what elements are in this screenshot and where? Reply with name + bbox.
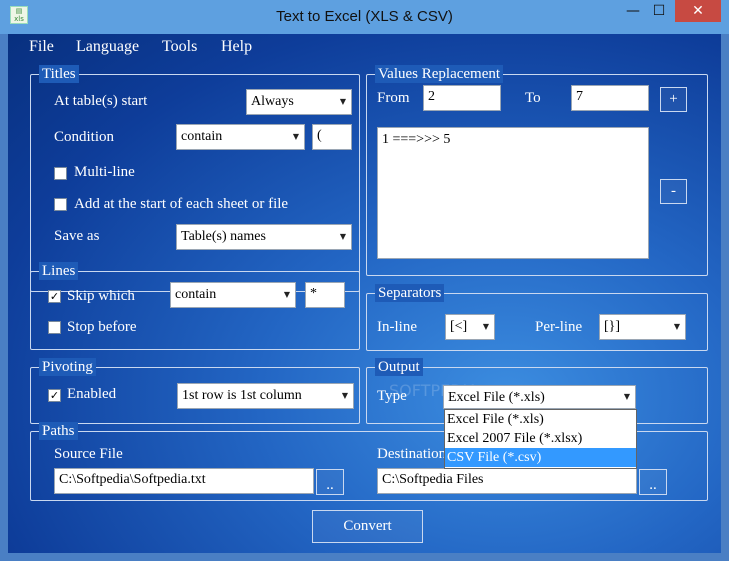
paths-legend: Paths bbox=[39, 422, 78, 440]
source-file-label: Source File bbox=[54, 446, 123, 462]
perline-separator-value: [}] bbox=[604, 319, 621, 334]
pivoting-group: Pivoting ✓ Enabled 1st row is 1st column… bbox=[30, 358, 360, 424]
skip-checkbox[interactable]: ✓ bbox=[48, 290, 61, 303]
to-label: To bbox=[525, 90, 541, 106]
maximize-button[interactable]: ☐ bbox=[646, 0, 672, 22]
separators-legend: Separators bbox=[375, 284, 445, 302]
at-start-label: At table(s) start bbox=[54, 93, 148, 109]
output-type-select[interactable]: Excel File (*.xls) ▼ bbox=[443, 385, 636, 409]
output-type-label: Type bbox=[377, 388, 407, 404]
chevron-down-icon: ▼ bbox=[478, 315, 494, 339]
from-label: From bbox=[377, 90, 410, 106]
pivot-mode-value: 1st row is 1st column bbox=[182, 388, 302, 403]
multiline-checkbox[interactable] bbox=[54, 167, 67, 180]
titles-group: Titles At table(s) start Always ▼ Condit… bbox=[30, 65, 360, 292]
title-bar: ▤ xls Text to Excel (XLS & CSV) — ☐ ✕ bbox=[0, 0, 729, 34]
output-option-xls[interactable]: Excel File (*.xls) bbox=[445, 410, 636, 429]
pivoting-legend: Pivoting bbox=[39, 358, 96, 376]
chevron-down-icon: ▼ bbox=[288, 125, 304, 149]
output-type-value: Excel File (*.xls) bbox=[448, 390, 545, 405]
destination-label: Destination bbox=[377, 446, 447, 462]
replacement-list[interactable]: 1 ===>>> 5 bbox=[377, 127, 649, 259]
chevron-down-icon: ▼ bbox=[619, 386, 635, 408]
inline-separator-select[interactable]: [<] ▼ bbox=[445, 314, 495, 340]
app-window: ▤ xls Text to Excel (XLS & CSV) — ☐ ✕ Fil… bbox=[0, 0, 729, 561]
lines-legend: Lines bbox=[39, 262, 79, 280]
at-start-select[interactable]: Always ▼ bbox=[246, 89, 352, 115]
lines-group: Lines ✓ Skip which contain ▼ * Stop befo… bbox=[30, 262, 360, 350]
add-replacement-button[interactable]: + bbox=[660, 87, 687, 112]
replacement-list-item[interactable]: 1 ===>>> 5 bbox=[382, 132, 644, 148]
save-as-value: Table(s) names bbox=[181, 229, 266, 244]
output-option-xlsx[interactable]: Excel 2007 File (*.xlsx) bbox=[445, 429, 636, 448]
source-file-input[interactable]: C:\Softpedia\Softpedia.txt bbox=[54, 468, 314, 494]
multiline-label: Multi-line bbox=[74, 164, 135, 180]
condition-select[interactable]: contain ▼ bbox=[176, 124, 305, 150]
remove-replacement-button[interactable]: - bbox=[660, 179, 687, 204]
close-button[interactable]: ✕ bbox=[675, 0, 721, 22]
pivot-mode-select[interactable]: 1st row is 1st column ▼ bbox=[177, 383, 354, 409]
chevron-down-icon: ▼ bbox=[335, 225, 351, 249]
minimize-button[interactable]: — bbox=[620, 0, 646, 22]
titles-legend: Titles bbox=[39, 65, 79, 83]
save-as-select[interactable]: Table(s) names ▼ bbox=[176, 224, 352, 250]
convert-button[interactable]: Convert bbox=[312, 510, 423, 543]
add-start-label: Add at the start of each sheet or file bbox=[74, 196, 289, 212]
chevron-down-icon: ▼ bbox=[335, 90, 351, 114]
perline-separator-select[interactable]: [}] ▼ bbox=[599, 314, 686, 340]
output-type-dropdown[interactable]: Excel File (*.xls) Excel 2007 File (*.xl… bbox=[444, 409, 637, 469]
source-browse-button[interactable]: .. bbox=[316, 469, 344, 495]
destination-browse-button[interactable]: .. bbox=[639, 469, 667, 495]
output-option-csv[interactable]: CSV File (*.csv) bbox=[445, 448, 636, 467]
skip-label: Skip which bbox=[67, 288, 135, 304]
stop-before-label: Stop before bbox=[67, 319, 137, 335]
skip-text-input[interactable]: * bbox=[305, 282, 345, 308]
pivoting-enabled-label: Enabled bbox=[67, 386, 117, 402]
destination-input[interactable]: C:\Softpedia Files bbox=[377, 468, 637, 494]
inline-label: In-line bbox=[377, 319, 417, 335]
skip-condition-value: contain bbox=[175, 287, 217, 302]
chevron-down-icon: ▼ bbox=[279, 283, 295, 307]
separators-group: Separators In-line [<] ▼ Per-line [}] ▼ bbox=[366, 284, 708, 351]
to-input[interactable]: 7 bbox=[571, 85, 649, 111]
menu-language[interactable]: Language bbox=[76, 38, 139, 56]
values-replacement-group: Values Replacement From 2 To 7 + 1 ===>>… bbox=[366, 65, 708, 276]
perline-label: Per-line bbox=[535, 319, 583, 335]
pivoting-enabled-checkbox[interactable]: ✓ bbox=[48, 389, 61, 402]
chevron-down-icon: ▼ bbox=[669, 315, 685, 339]
stop-before-checkbox[interactable] bbox=[48, 321, 61, 334]
from-input[interactable]: 2 bbox=[423, 85, 501, 111]
client-area: File Language Tools Help Titles At table… bbox=[8, 34, 721, 553]
condition-text-input[interactable]: ( bbox=[312, 124, 352, 150]
menu-help[interactable]: Help bbox=[221, 38, 252, 56]
menu-file[interactable]: File bbox=[29, 38, 54, 56]
menu-bar: File Language Tools Help bbox=[8, 34, 721, 60]
output-legend: Output bbox=[375, 358, 423, 376]
condition-label: Condition bbox=[54, 129, 115, 145]
condition-value: contain bbox=[181, 129, 223, 144]
inline-separator-value: [<] bbox=[450, 319, 468, 334]
at-start-value: Always bbox=[251, 94, 294, 109]
add-start-checkbox[interactable] bbox=[54, 198, 67, 211]
menu-tools[interactable]: Tools bbox=[162, 38, 197, 56]
skip-condition-select[interactable]: contain ▼ bbox=[170, 282, 296, 308]
save-as-label: Save as bbox=[54, 228, 100, 244]
values-replacement-legend: Values Replacement bbox=[375, 65, 504, 83]
chevron-down-icon: ▼ bbox=[337, 384, 353, 408]
